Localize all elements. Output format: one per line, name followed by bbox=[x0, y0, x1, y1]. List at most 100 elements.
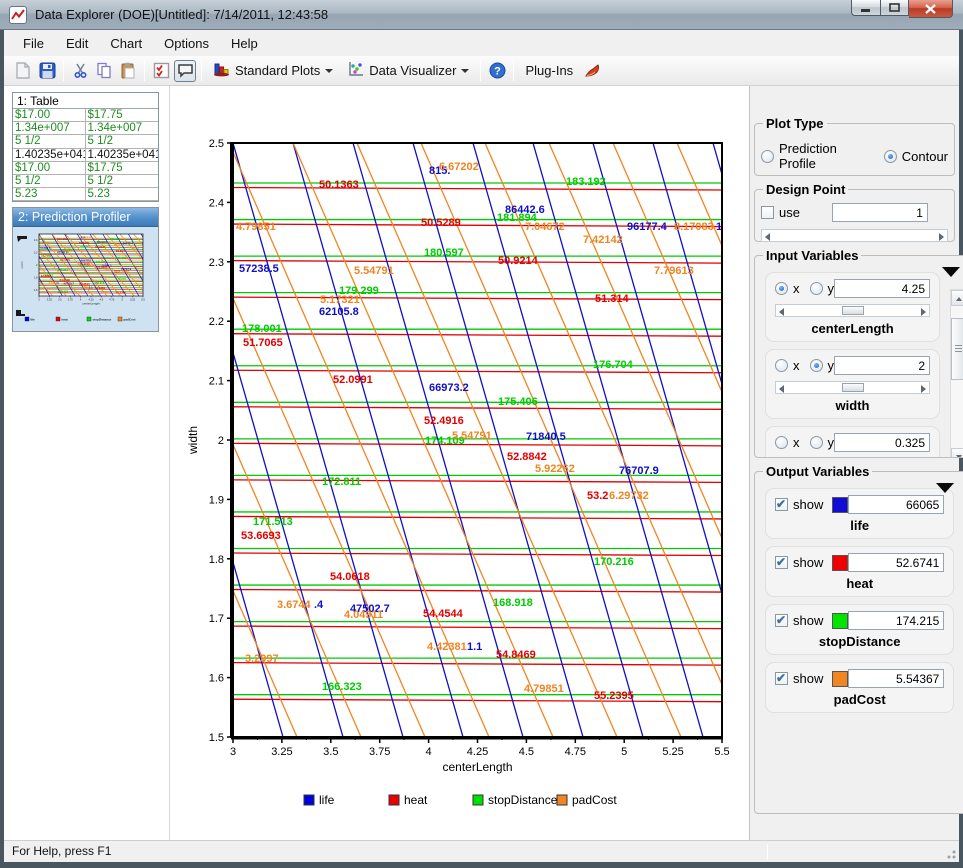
input-variable-value[interactable] bbox=[834, 433, 930, 452]
design-point-slider[interactable] bbox=[761, 229, 948, 242]
plugins-button[interactable]: Plug-Ins bbox=[518, 61, 580, 80]
sidebar-item-prediction-profiler[interactable]: 2: Prediction Profiler 50.1363815.6.6720… bbox=[12, 207, 159, 332]
y-axis-radio[interactable] bbox=[810, 359, 823, 372]
input-variable-slider[interactable] bbox=[775, 381, 930, 394]
svg-text:4.25: 4.25 bbox=[467, 746, 488, 758]
show-checkbox[interactable] bbox=[775, 498, 788, 511]
x-axis-radio[interactable] bbox=[775, 436, 788, 449]
show-checkbox[interactable] bbox=[775, 556, 788, 569]
design-point-input[interactable] bbox=[832, 203, 928, 222]
x-axis-radio[interactable] bbox=[775, 282, 788, 295]
show-checkbox[interactable] bbox=[775, 672, 788, 685]
cut-icon[interactable] bbox=[69, 60, 91, 82]
scroll-down-button[interactable] bbox=[951, 448, 963, 458]
new-icon[interactable] bbox=[12, 60, 34, 82]
minimize-button[interactable] bbox=[851, 0, 881, 16]
slider-right-arrow-icon[interactable] bbox=[939, 233, 944, 241]
close-button[interactable] bbox=[909, 0, 953, 18]
input-variable-value[interactable] bbox=[834, 356, 930, 375]
table-cell: 5 1/2 bbox=[86, 175, 159, 187]
svg-text:4.75: 4.75 bbox=[565, 746, 586, 758]
plot-area[interactable]: 50.1363815.6.67202183.1924.7985150.52898… bbox=[170, 86, 749, 840]
slider-right-arrow-icon[interactable] bbox=[921, 385, 926, 393]
series-color-swatch[interactable] bbox=[832, 555, 848, 571]
svg-text:centerLength: centerLength bbox=[442, 760, 512, 774]
svg-text:1.1: 1.1 bbox=[467, 641, 482, 653]
resize-grip[interactable] bbox=[944, 847, 956, 859]
x-axis-radio[interactable] bbox=[775, 359, 788, 372]
menu-edit[interactable]: Edit bbox=[55, 32, 99, 55]
bar-chart-icon bbox=[213, 61, 230, 80]
slider-left-arrow-icon[interactable] bbox=[779, 385, 784, 393]
svg-text:51.7065: 51.7065 bbox=[41, 254, 52, 258]
output-variable-value[interactable] bbox=[848, 553, 944, 572]
svg-text:2.4: 2.4 bbox=[34, 238, 38, 242]
sidebar-item-table[interactable]: 1: Table $17.00$17.751.34e+0071.34e+0075… bbox=[12, 92, 159, 202]
svg-text:padCost: padCost bbox=[124, 318, 136, 322]
collapse-triangle-icon[interactable] bbox=[942, 267, 960, 277]
svg-text:6.29732: 6.29732 bbox=[119, 270, 130, 274]
svg-text:centerLength: centerLength bbox=[82, 302, 100, 306]
save-icon[interactable] bbox=[36, 60, 58, 82]
slider-left-arrow-icon[interactable] bbox=[779, 308, 784, 316]
slider-thumb[interactable] bbox=[842, 306, 864, 315]
svg-text:168.918: 168.918 bbox=[493, 597, 533, 609]
menu-options[interactable]: Options bbox=[153, 32, 220, 55]
input-variable-slider[interactable] bbox=[775, 304, 930, 317]
svg-text:168.918: 168.918 bbox=[94, 281, 105, 285]
input-variables-scrollbar[interactable] bbox=[950, 289, 963, 458]
output-variable-name: life bbox=[775, 518, 944, 533]
output-variable-value[interactable] bbox=[848, 669, 944, 688]
mini-table: $17.00$17.751.34e+0071.34e+0075 1/25 1/2… bbox=[13, 109, 158, 201]
series-color-swatch[interactable] bbox=[832, 497, 848, 513]
collapse-triangle-icon[interactable] bbox=[936, 483, 954, 493]
menu-help[interactable]: Help bbox=[220, 32, 269, 55]
toolbar: Standard Plots Data Visualizer ? Plug-In… bbox=[4, 56, 959, 86]
menu-file[interactable]: File bbox=[12, 32, 55, 55]
comment-icon[interactable] bbox=[174, 60, 196, 82]
svg-text:5: 5 bbox=[121, 298, 123, 302]
svg-text:5.25: 5.25 bbox=[662, 746, 683, 758]
slider-thumb[interactable] bbox=[842, 383, 864, 392]
series-color-swatch[interactable] bbox=[832, 671, 848, 687]
plot-type-radio-contour[interactable] bbox=[884, 150, 897, 163]
menu-chart[interactable]: Chart bbox=[99, 32, 153, 55]
paste-icon[interactable] bbox=[117, 60, 139, 82]
svg-text:8.17083: 8.17083 bbox=[674, 221, 714, 233]
svg-text:2.4: 2.4 bbox=[209, 197, 224, 209]
slider-left-arrow-icon[interactable] bbox=[765, 233, 770, 241]
output-variables-group: Output Variables showlifeshowheatshowsto… bbox=[754, 464, 963, 814]
data-visualizer-button[interactable]: Data Visualizer bbox=[340, 59, 476, 82]
output-variable-value[interactable] bbox=[848, 495, 944, 514]
plugin-flag-icon[interactable] bbox=[581, 60, 603, 82]
svg-text:170.216: 170.216 bbox=[594, 556, 634, 568]
svg-text:166.323: 166.323 bbox=[322, 681, 362, 693]
y-axis-radio[interactable] bbox=[810, 436, 823, 449]
table-cell: 5.23 bbox=[13, 188, 86, 200]
input-variable-value[interactable] bbox=[834, 279, 930, 298]
standard-plots-button[interactable]: Standard Plots bbox=[206, 59, 340, 82]
svg-text:53.6693: 53.6693 bbox=[41, 274, 52, 278]
copy-icon[interactable] bbox=[93, 60, 115, 82]
help-icon[interactable]: ? bbox=[486, 60, 508, 82]
title-bar[interactable]: Data Explorer (DOE)[Untitled]: 7/14/2011… bbox=[0, 0, 963, 30]
svg-text:4.04911: 4.04911 bbox=[344, 609, 383, 621]
output-variable-value[interactable] bbox=[848, 611, 944, 630]
input-variables-group: Input Variables xycenterLengthxywidthxy bbox=[754, 248, 963, 458]
checklist-icon[interactable] bbox=[150, 60, 172, 82]
use-checkbox[interactable] bbox=[761, 206, 774, 219]
scrollbar-thumb[interactable] bbox=[951, 318, 963, 380]
svg-text:6.67202: 6.67202 bbox=[439, 161, 479, 173]
plot-type-radio-prediction-profile[interactable] bbox=[761, 150, 774, 163]
scroll-up-button[interactable] bbox=[951, 290, 963, 306]
svg-text:4.79851: 4.79851 bbox=[236, 221, 276, 233]
maximize-button[interactable] bbox=[881, 0, 909, 16]
y-axis-radio[interactable] bbox=[810, 282, 823, 295]
contour-plot[interactable]: 50.1363815.6.67202183.1924.7985150.52898… bbox=[170, 86, 749, 840]
series-color-swatch[interactable] bbox=[832, 613, 848, 629]
slider-right-arrow-icon[interactable] bbox=[921, 308, 926, 316]
table-cell: $17.00 bbox=[13, 162, 86, 174]
svg-text:96177.4: 96177.4 bbox=[627, 221, 668, 233]
show-checkbox[interactable] bbox=[775, 614, 788, 627]
svg-text:2.3: 2.3 bbox=[209, 257, 224, 269]
